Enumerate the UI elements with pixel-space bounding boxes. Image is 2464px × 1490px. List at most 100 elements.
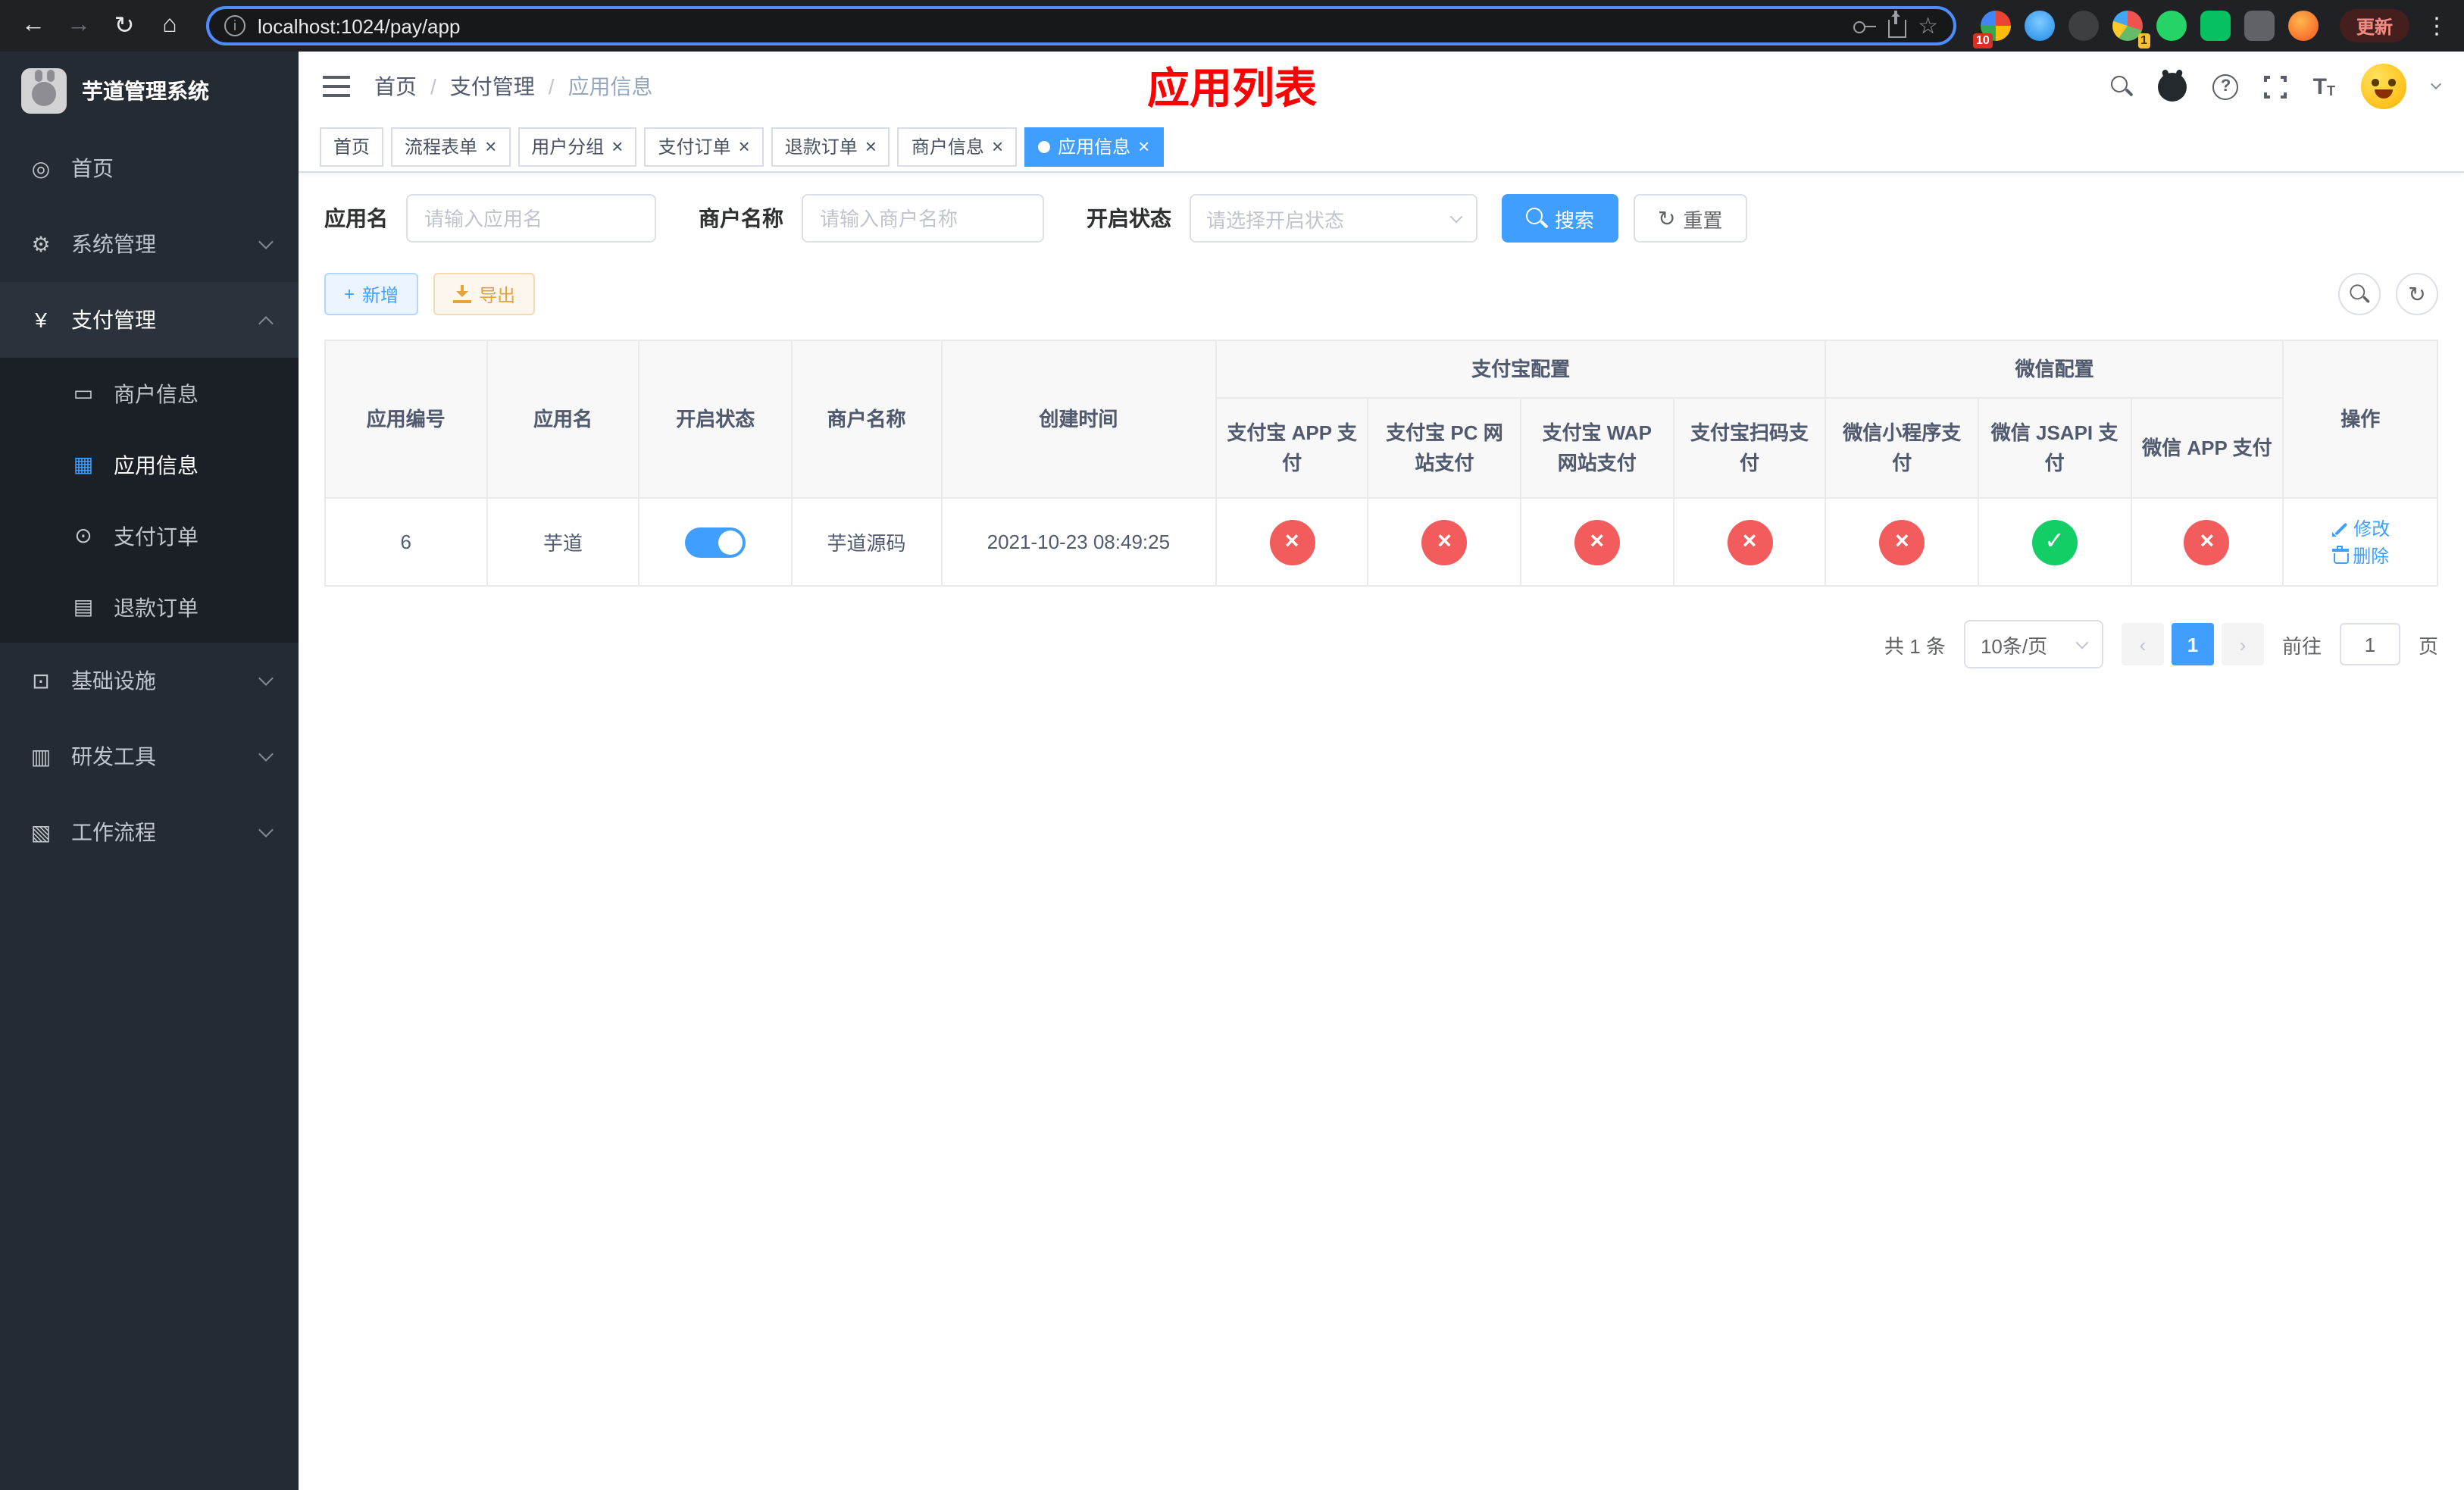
sidebar-item-label: 应用信息	[114, 452, 199, 477]
help-icon[interactable]: ?	[2212, 74, 2239, 99]
order-icon: ⊙	[74, 523, 92, 547]
sidebar-item-workflow[interactable]: ▧ 工作流程	[0, 794, 299, 870]
app-name-input[interactable]	[406, 194, 656, 243]
user-avatar[interactable]	[2361, 64, 2406, 109]
back-icon[interactable]: ←	[12, 5, 55, 47]
breadcrumb-current: 应用信息	[568, 74, 653, 99]
chevron-up-icon	[258, 315, 274, 330]
sidebar: 芋道管理系统 ◎ 首页 ⚙ 系统管理 ¥ 支付管理 ▭ 商户信息 ▦ 应用信息 …	[0, 52, 299, 1490]
sidebar-item-system[interactable]: ⚙ 系统管理	[0, 206, 299, 282]
refund-icon: ▤	[73, 594, 94, 618]
sidebar-item-devtools[interactable]: ▥ 研发工具	[0, 718, 299, 794]
extension-dark-icon[interactable]	[2068, 11, 2099, 41]
tab-close-icon[interactable]: ×	[485, 136, 496, 156]
active-tab-dot-icon	[1038, 140, 1051, 152]
home-icon[interactable]: ⌂	[149, 5, 191, 47]
tab-5[interactable]: 商户信息 ×	[897, 127, 1018, 166]
key-icon[interactable]	[1853, 18, 1876, 33]
sidebar-item-label: 研发工具	[71, 744, 156, 768]
font-size-icon[interactable]: TT	[2313, 75, 2335, 98]
bookmark-star-icon[interactable]: ☆	[1918, 14, 1938, 37]
tab-close-icon[interactable]: ×	[739, 136, 750, 156]
extensions-area: 10 1	[1972, 11, 2319, 49]
export-button[interactable]: 导出	[433, 273, 536, 315]
sidebar-item-payment[interactable]: ¥ 支付管理	[0, 282, 299, 358]
tab-3[interactable]: 支付订单 ×	[644, 127, 764, 166]
tab-close-icon[interactable]: ×	[611, 136, 623, 156]
tab-6[interactable]: 应用信息 ×	[1024, 127, 1164, 166]
extension-chat-icon[interactable]	[2200, 11, 2231, 41]
search-button[interactable]: 搜索	[1502, 194, 1619, 243]
sidebar-item-home[interactable]: ◎ 首页	[0, 130, 299, 206]
cell-merchant: 芋道源码	[790, 497, 943, 587]
page-title: 应用列表	[1146, 65, 1318, 112]
delete-link[interactable]: 删除	[2331, 542, 2389, 568]
edit-link[interactable]: 修改	[2331, 515, 2390, 541]
sidebar-item-label: 系统管理	[71, 232, 156, 256]
extension-puzzle-icon[interactable]	[2244, 11, 2275, 41]
page-number-button[interactable]: 1	[2171, 623, 2214, 665]
status-toggle[interactable]	[685, 527, 746, 557]
collapse-sidebar-icon[interactable]	[323, 76, 350, 97]
github-icon[interactable]	[2158, 72, 2187, 101]
tab-2[interactable]: 用户分组 ×	[518, 127, 637, 166]
refresh-icon: ↻	[1658, 206, 1676, 230]
address-bar[interactable]: i localhost:1024/pay/app ☆	[206, 6, 1956, 45]
tab-close-icon[interactable]: ×	[865, 136, 877, 156]
toggle-search-button[interactable]	[2338, 273, 2381, 315]
prev-page-button[interactable]: ‹	[2121, 623, 2164, 665]
merchant-name-input[interactable]	[802, 194, 1044, 243]
extension-pie-icon[interactable]: 10	[1972, 11, 2011, 49]
chevron-down-icon	[2075, 635, 2089, 649]
reset-button[interactable]: ↻ 重置	[1634, 194, 1747, 243]
extension-ring-icon[interactable]: 1	[2112, 11, 2150, 49]
sidebar-item-infrastructure[interactable]: ⊡ 基础设施	[0, 643, 299, 718]
grid-icon: ▦	[73, 452, 94, 476]
extension-drop-icon[interactable]	[2024, 11, 2055, 41]
pagination: 共 1 条 10条/页 ‹ 1 › 前往 页	[324, 620, 2438, 668]
dashboard-icon: ◎	[31, 155, 51, 180]
sidebar-item-merchant-info[interactable]: ▭ 商户信息	[0, 358, 299, 429]
next-page-button[interactable]: ›	[2221, 623, 2264, 665]
update-button[interactable]: 更新	[2339, 9, 2409, 42]
column-header: 商户名称	[790, 340, 943, 499]
breadcrumb-payment[interactable]: 支付管理	[450, 71, 535, 102]
app-logo[interactable]: 芋道管理系统	[0, 52, 299, 130]
pencil-icon	[2331, 519, 2349, 537]
chevron-down-icon	[258, 234, 274, 249]
sidebar-item-app-info[interactable]: ▦ 应用信息	[0, 429, 299, 500]
tab-close-icon[interactable]: ×	[1138, 136, 1149, 156]
extension-avatar-icon[interactable]	[2287, 11, 2319, 41]
table-row: 6 芋道 芋道源码 2021-10-23 08:49:25 × × × × ×	[324, 497, 2438, 587]
tab-4[interactable]: 退款订单 ×	[771, 127, 890, 166]
breadcrumb-home[interactable]: 首页	[374, 71, 417, 102]
refresh-button[interactable]: ↻	[2396, 273, 2438, 315]
fullscreen-icon[interactable]	[2262, 74, 2289, 99]
search-icon[interactable]	[2111, 76, 2133, 97]
share-icon[interactable]	[1887, 11, 1906, 38]
goto-page-input[interactable]	[2339, 623, 2400, 665]
extension-green-icon[interactable]	[2156, 11, 2187, 41]
browser-menu-icon[interactable]: ⋮	[2422, 12, 2452, 39]
channel-status-icon: ×	[1421, 519, 1468, 565]
browser-chrome: ← → ↻ ⌂ i localhost:1024/pay/app ☆ 10 1 …	[0, 0, 2464, 52]
reload-icon[interactable]: ↻	[103, 5, 145, 47]
page-size-select[interactable]: 10条/页	[1963, 620, 2103, 668]
sidebar-item-refund-order[interactable]: ▤ 退款订单	[0, 571, 299, 643]
header-actions: ? TT	[2111, 64, 2442, 109]
status-select[interactable]: 请选择开启状态	[1190, 194, 1477, 243]
cell-created: 2021-10-23 08:49:25	[940, 497, 1217, 587]
tab-0[interactable]: 首页	[320, 127, 384, 166]
info-icon[interactable]: i	[224, 15, 245, 36]
workflow-icon: ▧	[30, 819, 52, 844]
add-button[interactable]: + 新增	[324, 273, 419, 315]
forward-icon[interactable]: →	[58, 5, 100, 47]
sidebar-item-label: 商户信息	[114, 381, 199, 405]
tab-1[interactable]: 流程表单 ×	[391, 127, 511, 166]
sidebar-item-pay-order[interactable]: ⊙ 支付订单	[0, 500, 299, 571]
caret-down-icon[interactable]	[2430, 78, 2442, 90]
chevron-down-icon	[258, 747, 274, 762]
table-toolbar: + 新增 导出 ↻	[324, 273, 2438, 315]
tab-close-icon[interactable]: ×	[992, 136, 1003, 156]
channel-status-icon: ×	[1879, 519, 1925, 565]
